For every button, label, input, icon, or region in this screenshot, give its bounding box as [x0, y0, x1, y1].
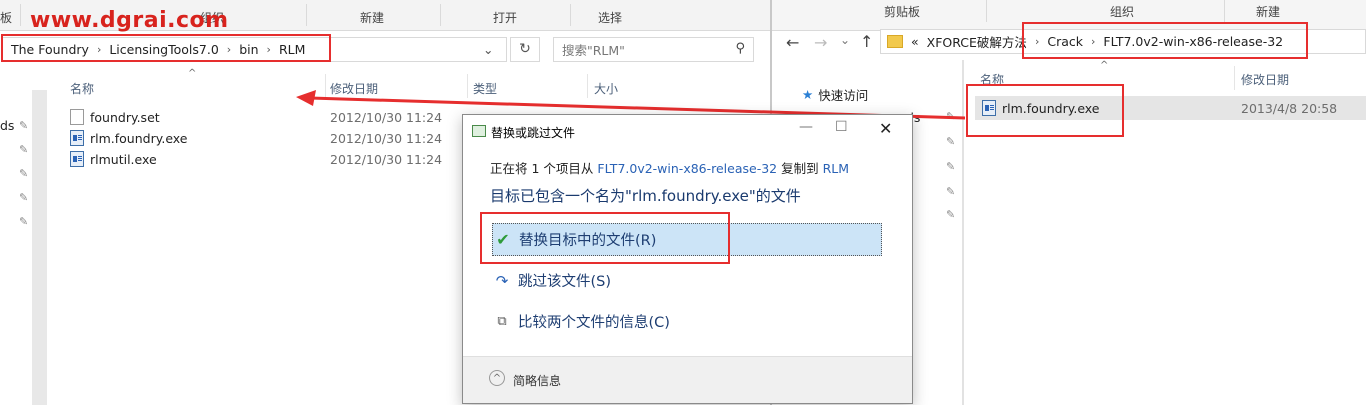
ribbon-group-new[interactable]: 新建: [1256, 3, 1280, 20]
ribbon-group-open[interactable]: 打开: [493, 9, 517, 26]
option-skip[interactable]: ↷ 跳过该文件(S): [492, 264, 882, 297]
pin-icon: ✎: [946, 208, 956, 221]
chevron-down-icon[interactable]: ⌄: [483, 42, 493, 57]
exe-icon: [70, 130, 84, 146]
copy-line-mid: 复制到: [777, 161, 823, 176]
back-arrow-icon[interactable]: ←: [786, 33, 799, 52]
ribbon-separator: [570, 4, 571, 26]
pin-icon: ✎: [19, 119, 29, 132]
ribbon-group-select[interactable]: 选择: [598, 9, 622, 26]
search-placeholder: 搜索"RLM": [562, 43, 625, 58]
option-compare[interactable]: ⧉ 比较两个文件的信息(C): [492, 305, 882, 338]
pin-icon: ✎: [19, 215, 29, 228]
search-icon: ⚲: [735, 41, 745, 56]
file-row[interactable]: rlmutil.exe: [70, 149, 157, 169]
close-button[interactable]: ✕: [879, 119, 892, 138]
copy-progress-line: 正在将 1 个项目从 FLT7.0v2-win-x86-release-32 复…: [490, 158, 849, 177]
column-divider: [1234, 66, 1235, 90]
pin-icon: ✎: [946, 185, 956, 198]
forward-arrow-icon[interactable]: →: [814, 33, 827, 52]
ribbon-group-new[interactable]: 新建: [360, 9, 384, 26]
ribbon-separator: [306, 4, 307, 26]
dialog-heading: 目标已包含一个名为"rlm.foundry.exe"的文件: [490, 187, 801, 205]
compare-icon: ⧉: [497, 314, 507, 329]
file-name: rlm.foundry.exe: [90, 130, 188, 146]
ribbon-separator: [20, 4, 21, 26]
nav-scrollbar[interactable]: [32, 90, 47, 405]
footer-label[interactable]: 简略信息: [513, 372, 561, 389]
maximize-button[interactable]: ☐: [835, 119, 848, 135]
ribbon-separator: [1224, 0, 1225, 22]
file-date: 2013/4/8 20:58: [1241, 101, 1338, 116]
chevron-down-icon[interactable]: ⌄: [840, 33, 850, 47]
nav-item-partial[interactable]: ds: [0, 118, 14, 133]
column-header-name[interactable]: 名称: [70, 80, 94, 97]
pin-icon: ✎: [946, 135, 956, 148]
dialog-title: 替换或跳过文件: [491, 126, 576, 140]
breadcrumb-item[interactable]: XFORCE破解方法: [927, 32, 1027, 51]
refresh-icon[interactable]: ↻: [510, 37, 540, 62]
ribbon-separator: [440, 4, 441, 26]
sort-up-icon: ^: [188, 68, 197, 79]
folder-icon: [887, 35, 903, 48]
option-skip-label: 跳过该文件(S): [518, 274, 612, 290]
annotation-box-right-file: [966, 84, 1124, 137]
file-date: 2012/10/30 11:24: [330, 152, 443, 167]
file-name: foundry.set: [90, 109, 160, 125]
copy-icon: [472, 125, 486, 137]
breadcrumb-overflow[interactable]: «: [911, 34, 919, 49]
search-input[interactable]: 搜索"RLM" ⚲: [553, 37, 754, 62]
exe-icon: [70, 151, 84, 167]
pin-icon: ✎: [946, 160, 956, 173]
annotation-box-right-path: [1022, 22, 1308, 59]
minimize-button[interactable]: —: [799, 119, 813, 135]
file-date: 2012/10/30 11:24: [330, 131, 443, 146]
file-name: rlmutil.exe: [90, 151, 157, 167]
column-header-date[interactable]: 修改日期: [1241, 71, 1289, 88]
file-row[interactable]: foundry.set: [70, 107, 160, 127]
option-compare-label: 比较两个文件的信息(C): [518, 315, 670, 331]
chevron-up-icon[interactable]: ^: [489, 370, 505, 386]
up-arrow-icon[interactable]: ↑: [860, 32, 873, 51]
ribbon-separator: [986, 0, 987, 22]
pin-icon: ✎: [19, 167, 29, 180]
copy-source-link[interactable]: FLT7.0v2-win-x86-release-32: [597, 161, 777, 176]
pin-icon: ✎: [19, 191, 29, 204]
ribbon-group-clipboard[interactable]: 剪贴板: [884, 3, 920, 20]
watermark: www.dgrai.com: [30, 8, 229, 33]
dialog-footer: ^ 简略信息: [463, 356, 912, 403]
ribbon-group-organize[interactable]: 组织: [1110, 3, 1134, 20]
skip-icon: ↷: [495, 271, 509, 290]
annotation-box-left-path: [1, 34, 331, 62]
ribbon-group-partial: 板: [0, 11, 13, 25]
file-row[interactable]: rlm.foundry.exe: [70, 128, 188, 148]
annotation-arrow-head: [296, 90, 316, 106]
copy-dest-link[interactable]: RLM: [823, 161, 849, 176]
sort-up-icon: ^: [1100, 60, 1109, 71]
document-icon: [70, 109, 84, 125]
pin-icon: ✎: [19, 143, 29, 156]
copy-line-prefix: 正在将 1 个项目从: [490, 161, 598, 176]
annotation-box-replace-option: [480, 212, 730, 264]
